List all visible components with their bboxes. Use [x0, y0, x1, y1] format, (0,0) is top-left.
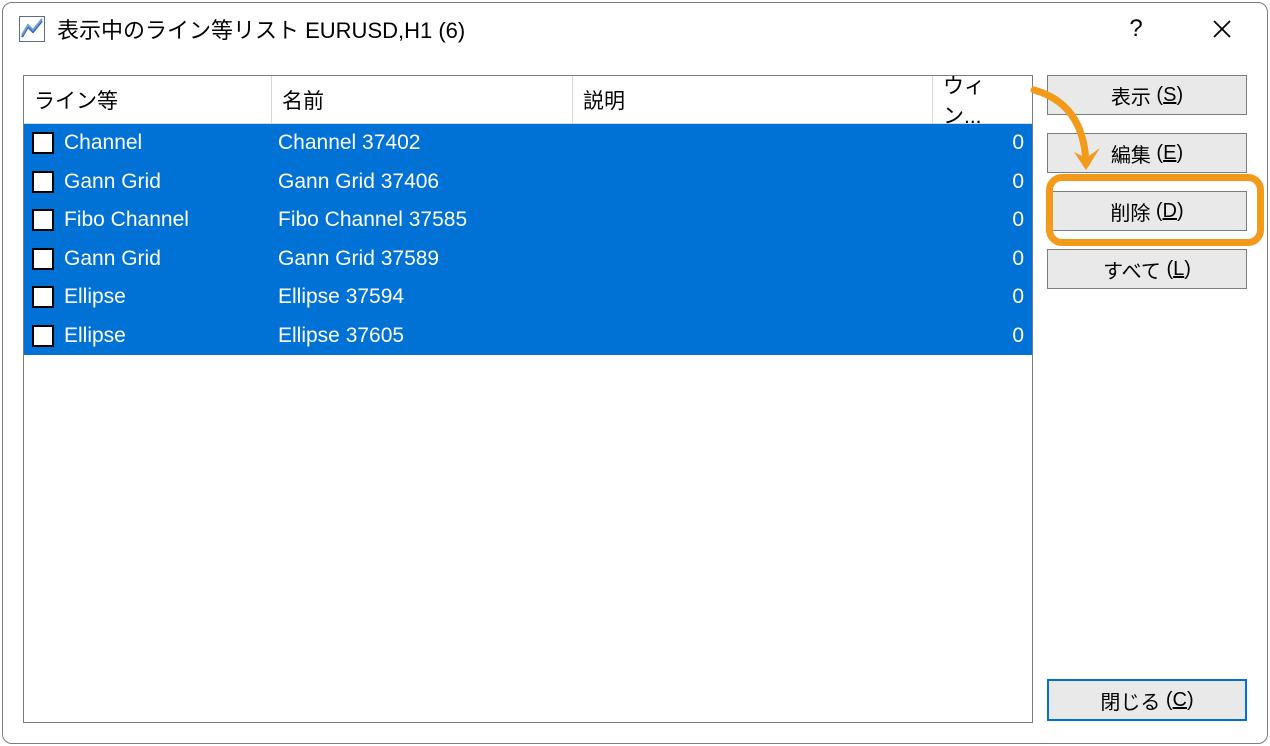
cell-name: Gann Grid 37406 [272, 170, 573, 194]
column-header-window[interactable]: ウィン... [933, 76, 1032, 123]
cell-line: Channel [24, 131, 272, 155]
edit-button-label: 編集 [1111, 139, 1151, 168]
delete-button[interactable]: 削除 (D) [1047, 191, 1247, 231]
cell-window: 0 [933, 208, 1032, 232]
cell-window: 0 [933, 324, 1032, 348]
side-buttons: 表示 (S) 編集 (E) 削除 (D) すべて (L) 閉じる (C) [1047, 75, 1247, 723]
table-header: ライン等 名前 説明 ウィン... [24, 76, 1032, 124]
edit-button-hotkey: E [1163, 142, 1176, 165]
table-row[interactable]: Fibo Channel Fibo Channel 37585 0 [24, 201, 1032, 240]
dialog-window: 表示中のライン等リスト EURUSD,H1 (6) ? ライン等 名前 説明 ウ… [2, 2, 1268, 744]
cell-line: Gann Grid [24, 247, 272, 271]
row-checkbox[interactable] [32, 171, 54, 193]
client-area: ライン等 名前 説明 ウィン... ChannelChannel 374020G… [3, 55, 1267, 743]
show-button-hotkey: S [1163, 84, 1176, 107]
all-button[interactable]: すべて (L) [1047, 249, 1247, 289]
row-line-label: Gann Grid [64, 247, 161, 271]
cell-name: Ellipse 37594 [272, 285, 573, 309]
row-line-label: Channel [64, 131, 142, 155]
row-line-label: Gann Grid [64, 170, 161, 194]
row-checkbox[interactable] [32, 286, 54, 308]
table-row[interactable]: Gann Grid Gann Grid 37589 0 [24, 240, 1032, 279]
close-button-label: 閉じる [1100, 686, 1160, 715]
cell-line: Ellipse [24, 324, 272, 348]
all-button-label: すべて [1103, 255, 1161, 284]
delete-button-label: 削除 [1110, 197, 1150, 226]
cell-name: Channel 37402 [272, 131, 573, 155]
row-line-label: Fibo Channel [64, 208, 189, 232]
row-checkbox[interactable] [32, 325, 54, 347]
cell-window: 0 [933, 285, 1032, 309]
help-button[interactable]: ? [1119, 15, 1153, 43]
row-checkbox[interactable] [32, 132, 54, 154]
column-header-desc[interactable]: 説明 [573, 76, 933, 123]
cell-window: 0 [933, 247, 1032, 271]
cell-window: 0 [933, 170, 1032, 194]
show-button[interactable]: 表示 (S) [1047, 75, 1247, 115]
title-controls: ? [1119, 15, 1259, 43]
edit-button[interactable]: 編集 (E) [1047, 133, 1247, 173]
row-checkbox[interactable] [32, 248, 54, 270]
row-line-label: Ellipse [64, 324, 126, 348]
table-row[interactable]: Channel Channel 37402 0 [24, 124, 1032, 163]
column-header-name[interactable]: 名前 [272, 76, 573, 123]
close-button-hotkey: C [1173, 689, 1187, 712]
table-row[interactable]: Ellipse Ellipse 37594 0 [24, 278, 1032, 317]
app-icon [19, 16, 45, 42]
column-header-line[interactable]: ライン等 [24, 76, 272, 123]
cell-window: 0 [933, 131, 1032, 155]
window-close-button[interactable] [1205, 18, 1239, 40]
show-button-label: 表示 [1111, 81, 1151, 110]
row-line-label: Ellipse [64, 285, 126, 309]
titlebar: 表示中のライン等リスト EURUSD,H1 (6) ? [3, 3, 1267, 55]
table-row[interactable]: Ellipse Ellipse 37605 0 [24, 317, 1032, 356]
cell-name: Ellipse 37605 [272, 324, 573, 348]
table-body: ChannelChannel 374020Gann GridGann Grid … [24, 124, 1032, 722]
all-button-hotkey: L [1173, 258, 1184, 281]
delete-button-hotkey: D [1163, 200, 1177, 223]
cell-line: Gann Grid [24, 170, 272, 194]
objects-table: ライン等 名前 説明 ウィン... ChannelChannel 374020G… [23, 75, 1033, 723]
cell-line: Ellipse [24, 285, 272, 309]
cell-line: Fibo Channel [24, 208, 272, 232]
cell-name: Gann Grid 37589 [272, 247, 573, 271]
table-row[interactable]: Gann Grid Gann Grid 37406 0 [24, 163, 1032, 202]
close-button[interactable]: 閉じる (C) [1047, 679, 1247, 721]
window-title: 表示中のライン等リスト EURUSD,H1 (6) [57, 13, 1119, 45]
row-checkbox[interactable] [32, 209, 54, 231]
cell-name: Fibo Channel 37585 [272, 208, 573, 232]
